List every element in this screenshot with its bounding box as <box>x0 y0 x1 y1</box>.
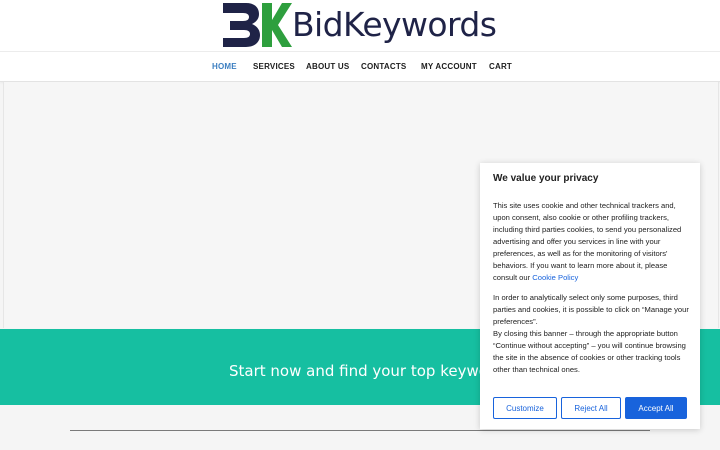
cta-heading: Start now and find your top keyword <box>229 362 504 380</box>
customize-button[interactable]: Customize <box>493 397 557 419</box>
accept-all-button[interactable]: Accept All <box>625 397 687 419</box>
nav-contacts[interactable]: CONTACTS <box>361 52 406 81</box>
cookie-paragraph-3: By closing this banner – through the app… <box>493 329 686 374</box>
cookie-paragraph-1-text: This site uses cookie and other technica… <box>493 201 682 282</box>
cookie-paragraph-2: In order to analytically select only som… <box>493 293 689 326</box>
section-divider <box>70 430 650 431</box>
nav-home[interactable]: HOME <box>212 52 237 81</box>
main-navigation: HOME SERVICES ABOUT US CONTACTS MY ACCOU… <box>0 52 720 82</box>
cookie-policy-link[interactable]: Cookie Policy <box>532 273 578 282</box>
nav-cart[interactable]: CART <box>489 52 512 81</box>
site-header: BidKeywords <box>0 0 720 52</box>
nav-my-account[interactable]: MY ACCOUNT <box>421 52 477 81</box>
cookie-paragraph-1: This site uses cookie and other technica… <box>493 200 689 284</box>
nav-services[interactable]: SERVICES <box>253 52 295 81</box>
cookie-title: We value your privacy <box>493 173 599 184</box>
logo-text: BidKeywords <box>292 5 497 44</box>
cookie-consent-banner: We value your privacy This site uses coo… <box>480 163 700 429</box>
bk-logo-icon <box>223 3 292 47</box>
cookie-description: This site uses cookie and other technica… <box>493 200 689 376</box>
reject-all-button[interactable]: Reject All <box>561 397 621 419</box>
nav-about-us[interactable]: ABOUT US <box>306 52 349 81</box>
site-logo[interactable]: BidKeywords <box>222 2 497 48</box>
